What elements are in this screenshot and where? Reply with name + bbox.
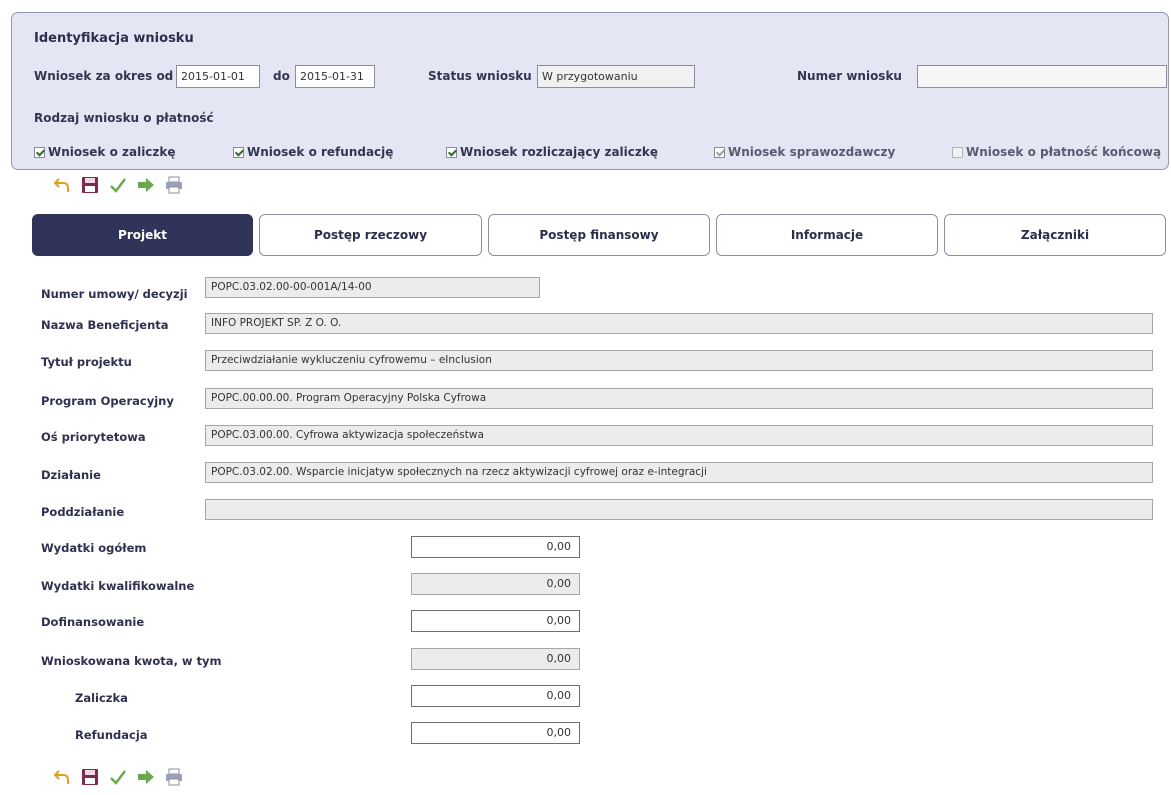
bottom-toolbar <box>52 767 184 787</box>
period-to-input[interactable]: 2015-01-31 <box>295 65 375 88</box>
zaliczka-label: Zaliczka <box>75 691 128 705</box>
number-label: Numer wniosku <box>797 69 902 83</box>
tab-zalaczniki[interactable]: Załączniki <box>944 214 1166 256</box>
status-field: W przygotowaniu <box>537 65 695 88</box>
umowa-field: POPC.03.02.00-00-001A/14-00 <box>205 277 540 298</box>
top-toolbar <box>52 175 184 195</box>
checkbox-checked-icon[interactable] <box>34 146 45 158</box>
checkbox-checked-icon[interactable] <box>233 146 244 158</box>
tab-informacje[interactable]: Informacje <box>716 214 938 256</box>
beneficjent-label: Nazwa Beneficjenta <box>41 318 169 332</box>
os-label: Oś priorytetowa <box>41 430 146 444</box>
undo-icon[interactable] <box>52 767 72 787</box>
panel-title: Identyfikacja wniosku <box>34 31 194 46</box>
forward-icon[interactable] <box>136 175 156 195</box>
wnioskowana-field: 0,00 <box>411 648 580 670</box>
checkbox-label: Wniosek o płatność końcową <box>966 145 1162 159</box>
check-icon[interactable] <box>108 767 128 787</box>
os-field: POPC.03.00.00. Cyfrowa aktywizacja społe… <box>205 425 1153 446</box>
wnioskowana-label: Wnioskowana kwota, w tym <box>41 654 222 668</box>
tytul-label: Tytuł projektu <box>41 355 132 369</box>
save-icon[interactable] <box>80 767 100 787</box>
status-label: Status wniosku <box>428 69 532 83</box>
check-icon[interactable] <box>108 175 128 195</box>
poddzialanie-field <box>205 499 1153 520</box>
identification-panel: Identyfikacja wniosku Wniosek za okres o… <box>11 12 1169 170</box>
checkbox-koncowa: Wniosek o płatność końcową <box>952 145 1161 159</box>
dzialanie-label: Działanie <box>41 468 101 482</box>
checkbox-label: Wniosek o zaliczkę <box>48 145 176 159</box>
forward-icon[interactable] <box>136 767 156 787</box>
tab-postep-rzeczowy[interactable]: Postęp rzeczowy <box>259 214 482 256</box>
save-icon[interactable] <box>80 175 100 195</box>
tab-projekt[interactable]: Projekt <box>32 214 253 256</box>
beneficjent-field: INFO PROJEKT SP. Z O. O. <box>205 313 1153 334</box>
checkbox-refundacja[interactable]: Wniosek o refundację <box>233 145 393 159</box>
checkbox-zaliczka[interactable]: Wniosek o zaliczkę <box>34 145 176 159</box>
dofinansowanie-input[interactable]: 0,00 <box>411 610 580 632</box>
refundacja-label: Refundacja <box>75 728 148 742</box>
period-to-label: do <box>273 69 290 83</box>
checkbox-sprawozdawczy: Wniosek sprawozdawczy <box>714 145 895 159</box>
checkbox-unchecked-icon <box>952 146 963 158</box>
number-field <box>917 65 1167 88</box>
kwalifikowalne-field: 0,00 <box>411 573 580 595</box>
tab-postep-finansowy[interactable]: Postęp finansowy <box>488 214 710 256</box>
ogolem-input[interactable]: 0,00 <box>411 536 580 558</box>
zaliczka-input[interactable]: 0,00 <box>411 685 580 707</box>
program-field: POPC.00.00.00. Program Operacyjny Polska… <box>205 388 1153 409</box>
checkbox-rozliczajacy[interactable]: Wniosek rozliczający zaliczkę <box>446 145 658 159</box>
poddzialanie-label: Poddziałanie <box>41 505 125 519</box>
checkbox-label: Wniosek sprawozdawczy <box>728 145 896 159</box>
undo-icon[interactable] <box>52 175 72 195</box>
kwalifikowalne-label: Wydatki kwalifikowalne <box>41 579 195 593</box>
ogolem-label: Wydatki ogółem <box>41 541 147 555</box>
program-label: Program Operacyjny <box>41 394 174 408</box>
dzialanie-field: POPC.03.02.00. Wsparcie inicjatyw społec… <box>205 462 1153 483</box>
checkbox-checked-icon <box>714 146 725 158</box>
print-icon[interactable] <box>164 175 184 195</box>
dofinansowanie-label: Dofinansowanie <box>41 615 145 629</box>
print-icon[interactable] <box>164 767 184 787</box>
refundacja-input[interactable]: 0,00 <box>411 722 580 744</box>
period-from-label: Wniosek za okres od <box>34 69 174 83</box>
tytul-field: Przeciwdziałanie wykluczeniu cyfrowemu –… <box>205 350 1153 371</box>
checkbox-label: Wniosek o refundację <box>247 145 394 159</box>
period-from-input[interactable]: 2015-01-01 <box>176 65 260 88</box>
umowa-label: Numer umowy/ decyzji <box>41 287 188 301</box>
checkbox-label: Wniosek rozliczający zaliczkę <box>460 145 658 159</box>
checkbox-checked-icon[interactable] <box>446 146 457 158</box>
type-label: Rodzaj wniosku o płatność <box>34 111 214 125</box>
